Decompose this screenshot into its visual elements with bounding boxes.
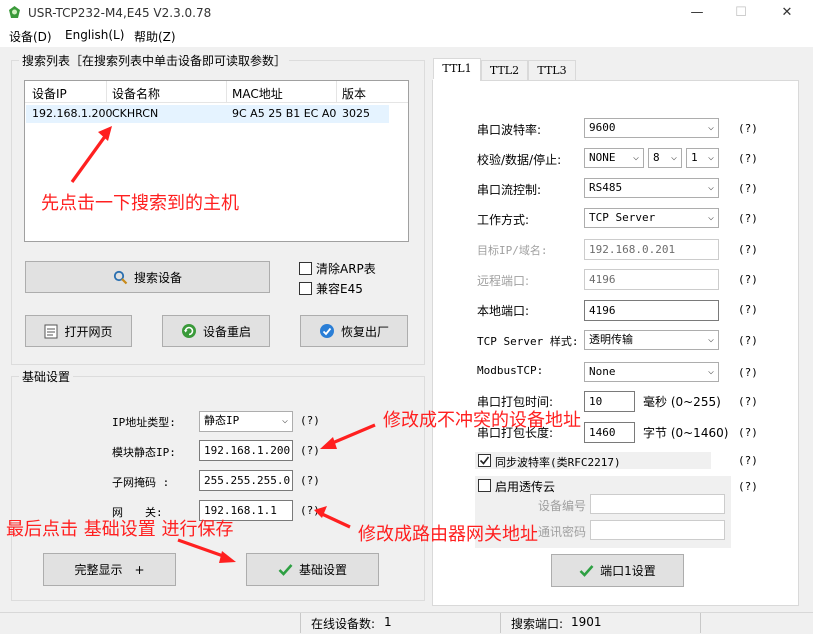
arrow-to-save <box>177 538 227 559</box>
arrow-to-gateway <box>321 512 351 529</box>
annotation-click-host: 先点击一下搜索到的主机 <box>41 193 239 214</box>
arrow-to-host <box>70 134 108 183</box>
annotation-save-hint: 最后点击 基础设置 进行保存 <box>6 519 234 540</box>
arrow-to-ip <box>329 423 376 446</box>
arrowhead-ip <box>320 437 337 449</box>
arrowhead-save <box>219 551 236 563</box>
annotation-change-ip: 修改成不冲突的设备地址 <box>383 410 581 431</box>
annotation-change-gateway: 修改成路由器网关地址 <box>358 524 538 545</box>
